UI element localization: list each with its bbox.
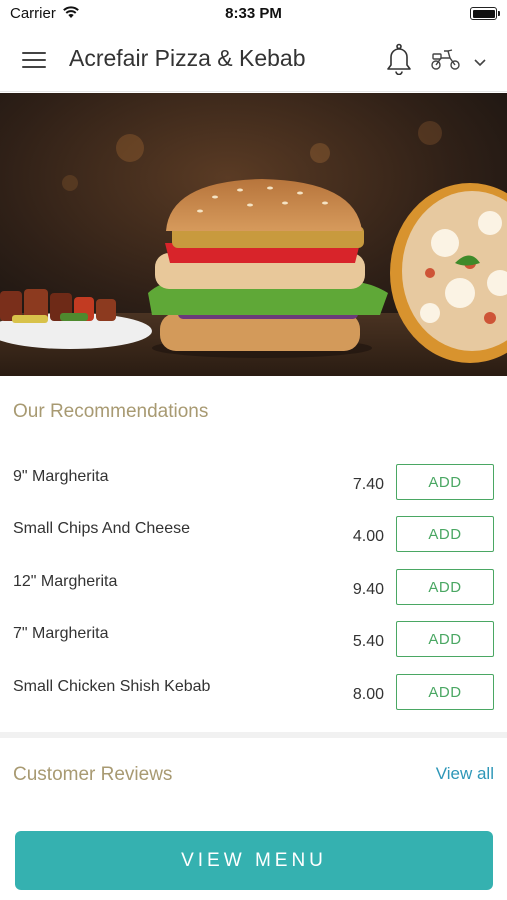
view-all-reviews-link[interactable]: View all [436,764,494,784]
battery-icon [470,7,500,20]
app-header: Acrefair Pizza & Kebab [0,28,507,92]
item-name: 7" Margherita [13,625,109,642]
recommendation-row: Small Chips And Cheese 4.00 ADD [0,516,507,572]
recommendation-row: 7" Margherita 5.40 ADD [0,621,507,677]
item-price: 5.40 [352,633,384,650]
recommendation-row: 9" Margherita 7.40 ADD [0,464,507,520]
add-button[interactable]: ADD [396,464,494,500]
view-menu-button[interactable]: VIEW MENU [15,831,493,890]
item-name: 12" Margherita [13,573,118,590]
item-price: 8.00 [352,686,384,703]
add-button[interactable]: ADD [396,569,494,605]
scooter-icon[interactable] [430,47,462,76]
section-divider [0,732,507,738]
customer-reviews-heading: Customer Reviews [13,764,173,785]
item-name: 9" Margherita [13,468,109,485]
food-photo-illustration [0,93,507,376]
recommendations-heading: Our Recommendations [13,401,209,422]
restaurant-title: Acrefair Pizza & Kebab [69,45,306,71]
status-time: 8:33 PM [225,5,282,22]
recommendation-row: Small Chicken Shish Kebab 8.00 ADD [0,674,507,730]
item-name: Small Chips And Cheese [13,520,190,537]
bell-icon[interactable] [384,43,414,80]
chevron-down-icon[interactable] [473,54,487,72]
add-button[interactable]: ADD [396,516,494,552]
recommendation-row: 12" Margherita 9.40 ADD [0,569,507,625]
item-name: Small Chicken Shish Kebab [13,678,211,695]
add-button[interactable]: ADD [396,621,494,657]
add-button[interactable]: ADD [396,674,494,710]
status-bar: Carrier 8:33 PM [0,0,507,28]
item-price: 4.00 [352,528,384,545]
item-price: 7.40 [352,476,384,493]
hamburger-menu-icon[interactable] [22,50,48,70]
item-price: 9.40 [352,581,384,598]
hero-food-banner [0,93,507,376]
